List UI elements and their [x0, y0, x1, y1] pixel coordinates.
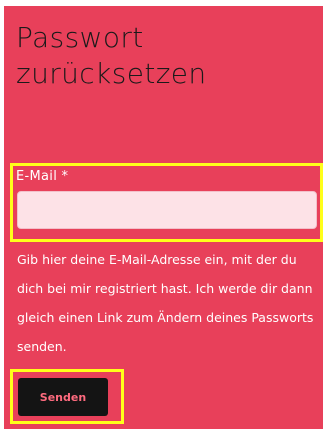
email-field-label: E-Mail *	[16, 169, 69, 184]
submit-button[interactable]: Senden	[18, 378, 108, 416]
email-help-text: Gib hier deine E-Mail-Adresse ein, mit d…	[17, 252, 314, 354]
email-input[interactable]	[17, 191, 317, 229]
page-title: Passwort zurücksetzen	[16, 21, 207, 90]
